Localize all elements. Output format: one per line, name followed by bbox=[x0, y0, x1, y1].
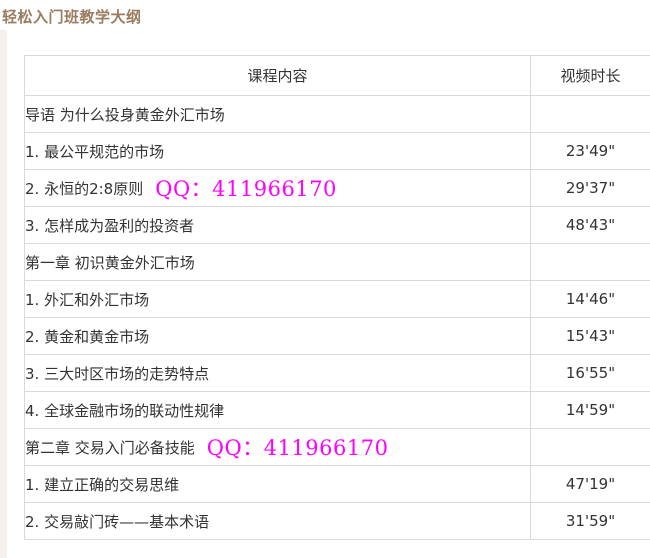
table-row: 1. 建立正确的交易思维 47'19" bbox=[24, 465, 650, 503]
row-text: 1. 建立正确的交易思维 bbox=[25, 475, 180, 494]
row-text: 第一章 初识黄金外汇市场 bbox=[25, 253, 195, 272]
table-row: 2. 永恒的2:8原则 QQ：411966170 29'37" bbox=[24, 169, 650, 207]
video-duration bbox=[530, 95, 650, 133]
table-row: 3. 怎样成为盈利的投资者 48'43" bbox=[24, 206, 650, 244]
table-header-row: 课程内容 视频时长 bbox=[24, 55, 650, 96]
video-duration: 31'59" bbox=[530, 502, 650, 540]
video-duration: 48'43" bbox=[530, 206, 650, 244]
video-duration: 23'49" bbox=[530, 132, 650, 170]
header-duration: 视频时长 bbox=[530, 55, 650, 96]
video-duration bbox=[530, 243, 650, 281]
chapter-title: 第二章 交易入门必备技能 QQ：411966170 bbox=[24, 428, 531, 466]
table-row: 3. 三大时区市场的走势特点 16'55" bbox=[24, 354, 650, 392]
table-row: 2. 交易敲门砖——基本术语 31'59" bbox=[24, 502, 650, 540]
lesson-title: 3. 三大时区市场的走势特点 bbox=[24, 354, 531, 392]
lesson-title: 4. 全球金融市场的联动性规律 bbox=[24, 391, 531, 429]
page-title: 轻松入门班教学大纲 bbox=[2, 8, 142, 26]
left-margin-strip bbox=[0, 30, 7, 558]
row-text: 1. 外汇和外汇市场 bbox=[25, 290, 150, 309]
row-text: 3. 三大时区市场的走势特点 bbox=[25, 364, 210, 383]
video-duration: 47'19" bbox=[530, 465, 650, 503]
row-text: 1. 最公平规范的市场 bbox=[25, 142, 165, 161]
row-text: 2. 黄金和黄金市场 bbox=[25, 327, 150, 346]
table-row: 第二章 交易入门必备技能 QQ：411966170 bbox=[24, 428, 650, 466]
video-duration: 16'55" bbox=[530, 354, 650, 392]
chapter-title: 第一章 初识黄金外汇市场 bbox=[24, 243, 531, 281]
syllabus-table: 课程内容 视频时长 导语 为什么投身黄金外汇市场 1. 最公平规范的市场 23'49… bbox=[24, 55, 650, 540]
video-duration: 15'43" bbox=[530, 317, 650, 355]
lesson-title: 2. 交易敲门砖——基本术语 bbox=[24, 502, 531, 540]
row-text: 第二章 交易入门必备技能 bbox=[25, 439, 195, 457]
lesson-title: 3. 怎样成为盈利的投资者 bbox=[24, 206, 531, 244]
row-text: 2. 永恒的2:8原则 bbox=[25, 180, 144, 198]
lesson-title: 2. 黄金和黄金市场 bbox=[24, 317, 531, 355]
table-row: 导语 为什么投身黄金外汇市场 bbox=[24, 95, 650, 133]
lesson-title: 2. 永恒的2:8原则 QQ：411966170 bbox=[24, 169, 531, 207]
table-row: 1. 最公平规范的市场 23'49" bbox=[24, 132, 650, 170]
video-duration bbox=[530, 428, 650, 466]
video-duration: 14'46" bbox=[530, 280, 650, 318]
header-content: 课程内容 bbox=[24, 55, 531, 96]
watermark-text: QQ：411966170 bbox=[206, 436, 389, 460]
row-text: 4. 全球金融市场的联动性规律 bbox=[25, 401, 225, 420]
row-text: 3. 怎样成为盈利的投资者 bbox=[25, 216, 195, 235]
row-text: 2. 交易敲门砖——基本术语 bbox=[25, 512, 210, 531]
lesson-title: 1. 建立正确的交易思维 bbox=[24, 465, 531, 503]
table-row: 4. 全球金融市场的联动性规律 14'59" bbox=[24, 391, 650, 429]
table-row: 1. 外汇和外汇市场 14'46" bbox=[24, 280, 650, 318]
video-duration: 29'37" bbox=[530, 169, 650, 207]
lesson-title: 1. 最公平规范的市场 bbox=[24, 132, 531, 170]
chapter-title: 导语 为什么投身黄金外汇市场 bbox=[24, 95, 531, 133]
table-row: 第一章 初识黄金外汇市场 bbox=[24, 243, 650, 281]
lesson-title: 1. 外汇和外汇市场 bbox=[24, 280, 531, 318]
row-text: 导语 为什么投身黄金外汇市场 bbox=[25, 105, 225, 124]
table-row: 2. 黄金和黄金市场 15'43" bbox=[24, 317, 650, 355]
video-duration: 14'59" bbox=[530, 391, 650, 429]
watermark-text: QQ：411966170 bbox=[155, 177, 337, 201]
